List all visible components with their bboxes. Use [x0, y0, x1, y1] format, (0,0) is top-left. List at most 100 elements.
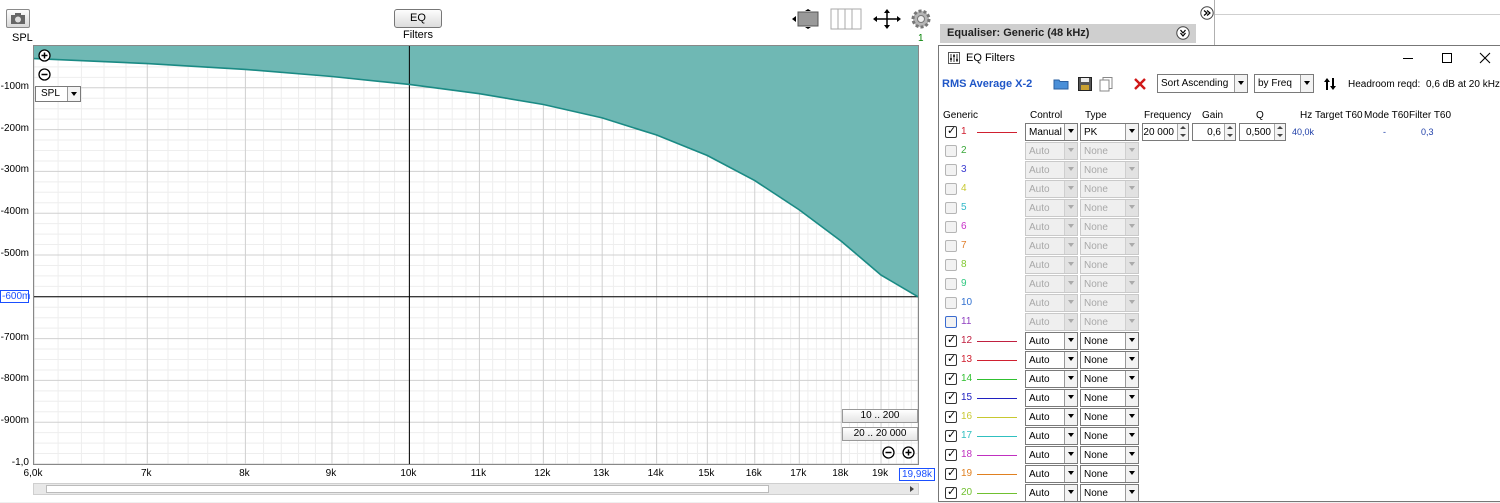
filter-frequency-stepper[interactable]: 20 000 — [1142, 123, 1189, 141]
spin-icon[interactable] — [1274, 124, 1285, 140]
spin-icon[interactable] — [1177, 124, 1188, 140]
scrollbar-thumb[interactable] — [46, 485, 769, 493]
chevron-down-icon[interactable] — [1064, 333, 1077, 349]
range-20-20000-button[interactable]: 20 .. 20 000 — [842, 427, 918, 441]
filter-type-select[interactable]: None — [1080, 294, 1139, 312]
chevron-down-icon[interactable] — [1125, 295, 1138, 311]
chevron-down-icon[interactable] — [1125, 219, 1138, 235]
filter-control-select[interactable]: Auto — [1025, 484, 1078, 502]
folder-open-icon[interactable] — [1053, 76, 1069, 92]
chevron-down-icon[interactable] — [1125, 143, 1138, 159]
filter-control-select[interactable]: Auto — [1025, 275, 1078, 293]
filter-type-select[interactable]: None — [1080, 199, 1139, 217]
chevron-down-icon[interactable] — [1234, 75, 1247, 92]
filter-enable-checkbox[interactable]: ✓ — [945, 467, 957, 480]
chevron-down-icon[interactable] — [1125, 371, 1138, 387]
sort-order-select[interactable]: Sort Ascending — [1157, 74, 1248, 93]
filter-enable-checkbox[interactable] — [945, 278, 957, 290]
chevron-down-icon[interactable] — [1064, 181, 1077, 197]
filter-type-select[interactable]: None — [1080, 180, 1139, 198]
filter-enable-checkbox[interactable]: ✓ — [945, 448, 957, 461]
filter-type-select[interactable]: None — [1080, 332, 1139, 350]
chevron-down-icon[interactable] — [1125, 238, 1138, 254]
filter-enable-checkbox[interactable]: ✓ — [945, 353, 957, 366]
chevron-down-icon[interactable] — [1125, 162, 1138, 178]
spin-icon[interactable] — [1224, 124, 1235, 140]
filter-type-select[interactable]: None — [1080, 427, 1139, 445]
filter-control-select[interactable]: Auto — [1025, 237, 1078, 255]
filter-enable-checkbox[interactable]: ✓ — [945, 410, 957, 423]
filter-control-select[interactable]: Manual — [1025, 123, 1078, 141]
chevron-down-icon[interactable] — [1125, 124, 1138, 140]
close-icon[interactable] — [1478, 51, 1492, 65]
zoom-in-icon[interactable] — [38, 49, 51, 62]
chevron-down-icon[interactable] — [1125, 276, 1138, 292]
filter-type-select[interactable]: None — [1080, 161, 1139, 179]
chevron-down-icon[interactable] — [1125, 257, 1138, 273]
chevron-down-icon[interactable] — [1125, 181, 1138, 197]
chevron-down-icon[interactable] — [1125, 314, 1138, 330]
camera-icon[interactable] — [6, 9, 30, 28]
filter-enable-checkbox[interactable] — [945, 145, 957, 157]
gear-icon[interactable] — [910, 8, 932, 30]
filter-control-select[interactable]: Auto — [1025, 161, 1078, 179]
filter-enable-checkbox[interactable] — [945, 202, 957, 214]
filter-enable-checkbox[interactable]: ✓ — [945, 486, 957, 499]
filter-type-select[interactable]: None — [1080, 275, 1139, 293]
chevron-down-icon[interactable] — [1064, 238, 1077, 254]
chevron-down-icon[interactable] — [1064, 428, 1077, 444]
chevron-down-icon[interactable] — [1064, 276, 1077, 292]
filter-enable-checkbox[interactable] — [945, 164, 957, 176]
filter-enable-checkbox[interactable] — [945, 297, 957, 309]
chevron-down-icon[interactable] — [1064, 447, 1077, 463]
horizontal-scrollbar[interactable] — [33, 483, 919, 495]
filter-enable-checkbox[interactable]: ✓ — [945, 125, 957, 138]
chevron-down-icon[interactable] — [1125, 485, 1138, 501]
double-chevron-down-icon[interactable] — [1176, 26, 1190, 40]
filter-control-select[interactable]: Auto — [1025, 294, 1078, 312]
chevron-down-icon[interactable] — [1125, 200, 1138, 216]
save-icon[interactable] — [1077, 76, 1093, 92]
filter-type-select[interactable]: None — [1080, 408, 1139, 426]
spl-select[interactable]: SPL — [35, 86, 81, 102]
chevron-down-icon[interactable] — [1064, 314, 1077, 330]
filter-enable-checkbox[interactable] — [945, 316, 957, 328]
double-chevron-right-icon[interactable] — [1200, 6, 1214, 20]
filter-gain-stepper[interactable]: 0,6 — [1192, 123, 1236, 141]
filter-control-select[interactable]: Auto — [1025, 351, 1078, 369]
maximize-icon[interactable] — [1440, 51, 1454, 65]
chevron-down-icon[interactable] — [1125, 390, 1138, 406]
x-zoom-out-icon[interactable] — [882, 446, 895, 459]
chevron-down-icon[interactable] — [1064, 219, 1077, 235]
filter-control-select[interactable]: Auto — [1025, 446, 1078, 464]
filter-enable-checkbox[interactable] — [945, 183, 957, 195]
filter-control-select[interactable]: Auto — [1025, 389, 1078, 407]
filter-enable-checkbox[interactable]: ✓ — [945, 429, 957, 442]
filter-control-select[interactable]: Auto — [1025, 180, 1078, 198]
scroll-right-icon[interactable] — [907, 484, 917, 494]
filter-type-select[interactable]: None — [1080, 351, 1139, 369]
filter-control-select[interactable]: Auto — [1025, 427, 1078, 445]
chevron-down-icon[interactable] — [1300, 75, 1313, 92]
filter-enable-checkbox[interactable]: ✓ — [945, 372, 957, 385]
filter-type-select[interactable]: None — [1080, 256, 1139, 274]
chevron-down-icon[interactable] — [1125, 333, 1138, 349]
filter-control-select[interactable]: Auto — [1025, 408, 1078, 426]
filter-type-select[interactable]: None — [1080, 446, 1139, 464]
filter-control-select[interactable]: Auto — [1025, 465, 1078, 483]
chevron-down-icon[interactable] — [1064, 295, 1077, 311]
filter-enable-checkbox[interactable]: ✓ — [945, 391, 957, 404]
x-zoom-in-icon[interactable] — [902, 446, 915, 459]
chevron-down-icon[interactable] — [1125, 409, 1138, 425]
chevron-down-icon[interactable] — [67, 87, 80, 101]
chevron-down-icon[interactable] — [1064, 466, 1077, 482]
filter-control-select[interactable]: Auto — [1025, 332, 1078, 350]
filter-type-select[interactable]: PK — [1080, 123, 1139, 141]
filter-control-select[interactable]: Auto — [1025, 142, 1078, 160]
chevron-down-icon[interactable] — [1125, 466, 1138, 482]
bars-icon[interactable] — [830, 8, 862, 30]
filter-type-select[interactable]: None — [1080, 465, 1139, 483]
chevron-down-icon[interactable] — [1064, 371, 1077, 387]
plot-area[interactable] — [33, 45, 919, 465]
filter-type-select[interactable]: None — [1080, 370, 1139, 388]
